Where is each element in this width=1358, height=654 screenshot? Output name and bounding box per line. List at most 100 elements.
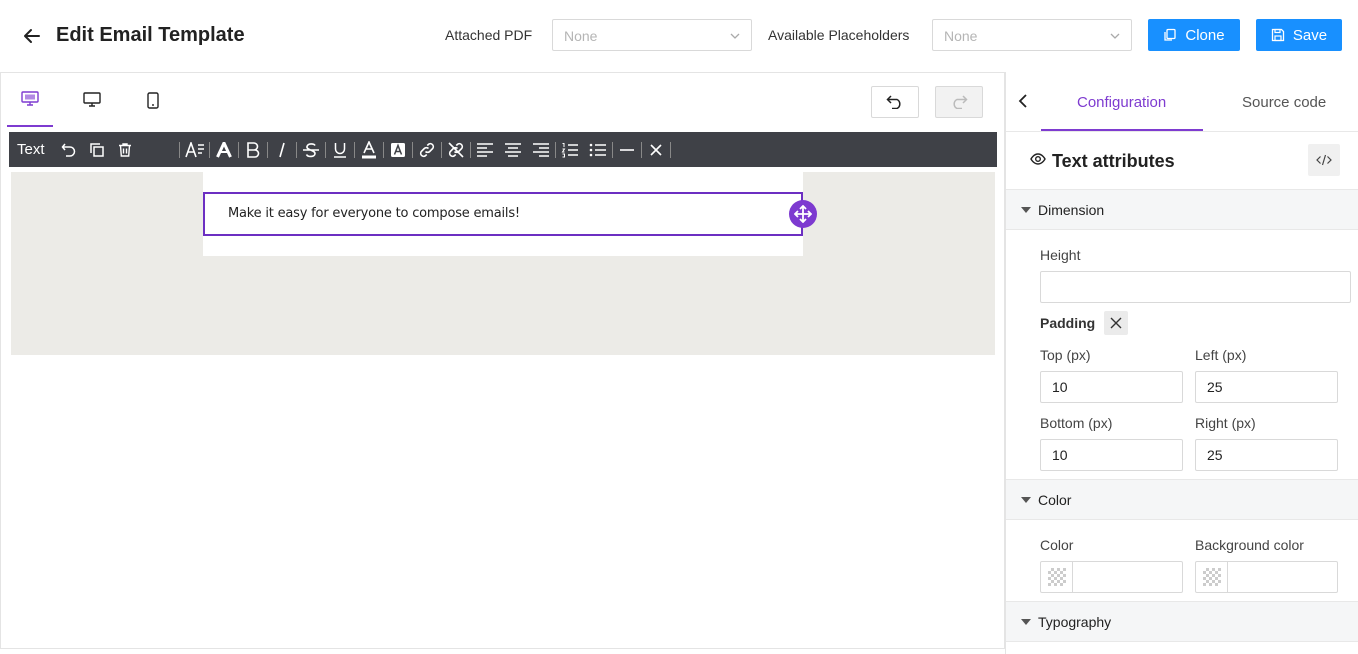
- caret-down-icon: [1021, 619, 1031, 625]
- desktop-icon: [83, 92, 101, 108]
- highlight-icon[interactable]: [387, 139, 409, 161]
- align-center-icon[interactable]: [502, 139, 524, 161]
- italic-icon[interactable]: [271, 139, 293, 161]
- transparent-swatch-icon: [1047, 568, 1066, 586]
- toolbar-divider: [296, 142, 297, 158]
- color-label: Color: [1040, 537, 1074, 553]
- color-picker[interactable]: [1040, 561, 1183, 593]
- padding-right-label: Right (px): [1195, 415, 1256, 431]
- underline-icon[interactable]: [329, 139, 351, 161]
- align-right-icon[interactable]: [530, 139, 552, 161]
- attributes-title: Text attributes: [1052, 151, 1175, 171]
- padding-label: Padding: [1040, 315, 1096, 331]
- horizontal-line-icon[interactable]: [616, 139, 638, 161]
- code-view-button[interactable]: [1308, 144, 1340, 176]
- copy-icon: [1163, 28, 1177, 42]
- font-size-icon[interactable]: [184, 139, 206, 161]
- section-dimension-title: Dimension: [1038, 202, 1105, 218]
- toolbar-divider: [267, 142, 268, 158]
- strikethrough-icon[interactable]: [300, 139, 322, 161]
- attributes-header: Text attributes: [1006, 132, 1358, 190]
- link-icon[interactable]: [416, 139, 438, 161]
- chevron-down-icon: [729, 30, 741, 42]
- move-handle[interactable]: [789, 200, 817, 228]
- close-icon: [1110, 317, 1122, 329]
- toolbar-divider: [441, 142, 442, 158]
- bullet-list-icon[interactable]: [587, 139, 609, 161]
- chevron-down-icon: [1109, 30, 1121, 42]
- save-button[interactable]: Save: [1256, 19, 1342, 51]
- eye-icon[interactable]: [1030, 152, 1046, 166]
- tab-desktop[interactable]: [69, 73, 115, 127]
- back-arrow-icon[interactable]: [20, 24, 44, 48]
- active-tab-indicator: [1041, 129, 1203, 131]
- padding-right-input[interactable]: 25: [1195, 439, 1338, 471]
- ordered-list-icon[interactable]: [559, 139, 581, 161]
- unlink-icon[interactable]: [445, 139, 467, 161]
- move-icon: [794, 205, 812, 223]
- toolbar-divider: [470, 142, 471, 158]
- section-typography-title: Typography: [1038, 614, 1112, 630]
- toolbar-divider: [641, 142, 642, 158]
- text-block[interactable]: Make it easy for everyone to compose ema…: [203, 192, 803, 236]
- caret-down-icon: [1021, 207, 1031, 213]
- redo-icon: [950, 95, 968, 109]
- background-color-picker[interactable]: [1195, 561, 1338, 593]
- transparent-swatch-icon: [1202, 568, 1221, 586]
- padding-left-input[interactable]: 25: [1195, 371, 1338, 403]
- tab-mobile[interactable]: [130, 73, 176, 127]
- placeholders-label: Available Placeholders: [768, 27, 910, 43]
- tab-configuration[interactable]: Configuration: [1077, 94, 1166, 112]
- align-left-icon[interactable]: [474, 139, 496, 161]
- undo-button[interactable]: [871, 86, 919, 118]
- attached-pdf-value: None: [564, 28, 598, 44]
- clear-format-icon[interactable]: [645, 139, 667, 161]
- padding-bottom-input[interactable]: 10: [1040, 439, 1183, 471]
- duplicate-icon[interactable]: [86, 139, 108, 161]
- redo-button[interactable]: [935, 86, 983, 118]
- section-color[interactable]: Color: [1006, 479, 1358, 520]
- device-tabs: [1, 73, 1004, 131]
- section-dimension[interactable]: Dimension: [1006, 189, 1358, 230]
- padding-clear-button[interactable]: [1104, 311, 1128, 335]
- code-icon: [1316, 154, 1332, 166]
- text-block-content[interactable]: Make it easy for everyone to compose ema…: [228, 206, 520, 221]
- caret-down-icon: [1021, 497, 1031, 503]
- section-typography[interactable]: Typography: [1006, 601, 1358, 642]
- chevron-left-icon[interactable]: [1014, 90, 1034, 112]
- attached-pdf-select[interactable]: None: [552, 19, 752, 51]
- height-input[interactable]: [1040, 271, 1351, 303]
- padding-top-label: Top (px): [1040, 347, 1091, 363]
- toolbar-divider: [238, 142, 239, 158]
- toolbar-divider: [670, 142, 671, 158]
- background-color-swatch[interactable]: [1196, 562, 1228, 592]
- tab-source-code[interactable]: Source code: [1242, 94, 1326, 112]
- padding-top-input[interactable]: 10: [1040, 371, 1183, 403]
- attached-pdf-label: Attached PDF: [445, 27, 533, 43]
- toolbar-divider: [383, 142, 384, 158]
- monitor-preview-icon: [21, 91, 39, 107]
- bold-icon[interactable]: [242, 139, 264, 161]
- padding-bottom-label: Bottom (px): [1040, 415, 1113, 431]
- placeholders-select[interactable]: None: [932, 19, 1132, 51]
- color-swatch[interactable]: [1041, 562, 1073, 592]
- toolbar-divider: [412, 142, 413, 158]
- font-family-icon[interactable]: [213, 139, 235, 161]
- tab-full-view[interactable]: [7, 73, 53, 127]
- page-title: Edit Email Template: [56, 24, 245, 46]
- clone-button[interactable]: Clone: [1148, 19, 1240, 51]
- toolbar-divider: [354, 142, 355, 158]
- toolbar-divider: [179, 142, 180, 158]
- trash-icon[interactable]: [114, 139, 136, 161]
- toolbar-divider: [209, 142, 210, 158]
- placeholders-value: None: [944, 28, 978, 44]
- save-button-label: Save: [1292, 26, 1328, 44]
- background-color-label: Background color: [1195, 537, 1304, 553]
- clone-button-label: Clone: [1185, 26, 1225, 44]
- padding-left-label: Left (px): [1195, 347, 1247, 363]
- undo-icon[interactable]: [58, 139, 80, 161]
- section-color-title: Color: [1038, 492, 1072, 508]
- toolbar-divider: [555, 142, 556, 158]
- toolbar-divider: [612, 142, 613, 158]
- font-color-icon[interactable]: [358, 139, 380, 161]
